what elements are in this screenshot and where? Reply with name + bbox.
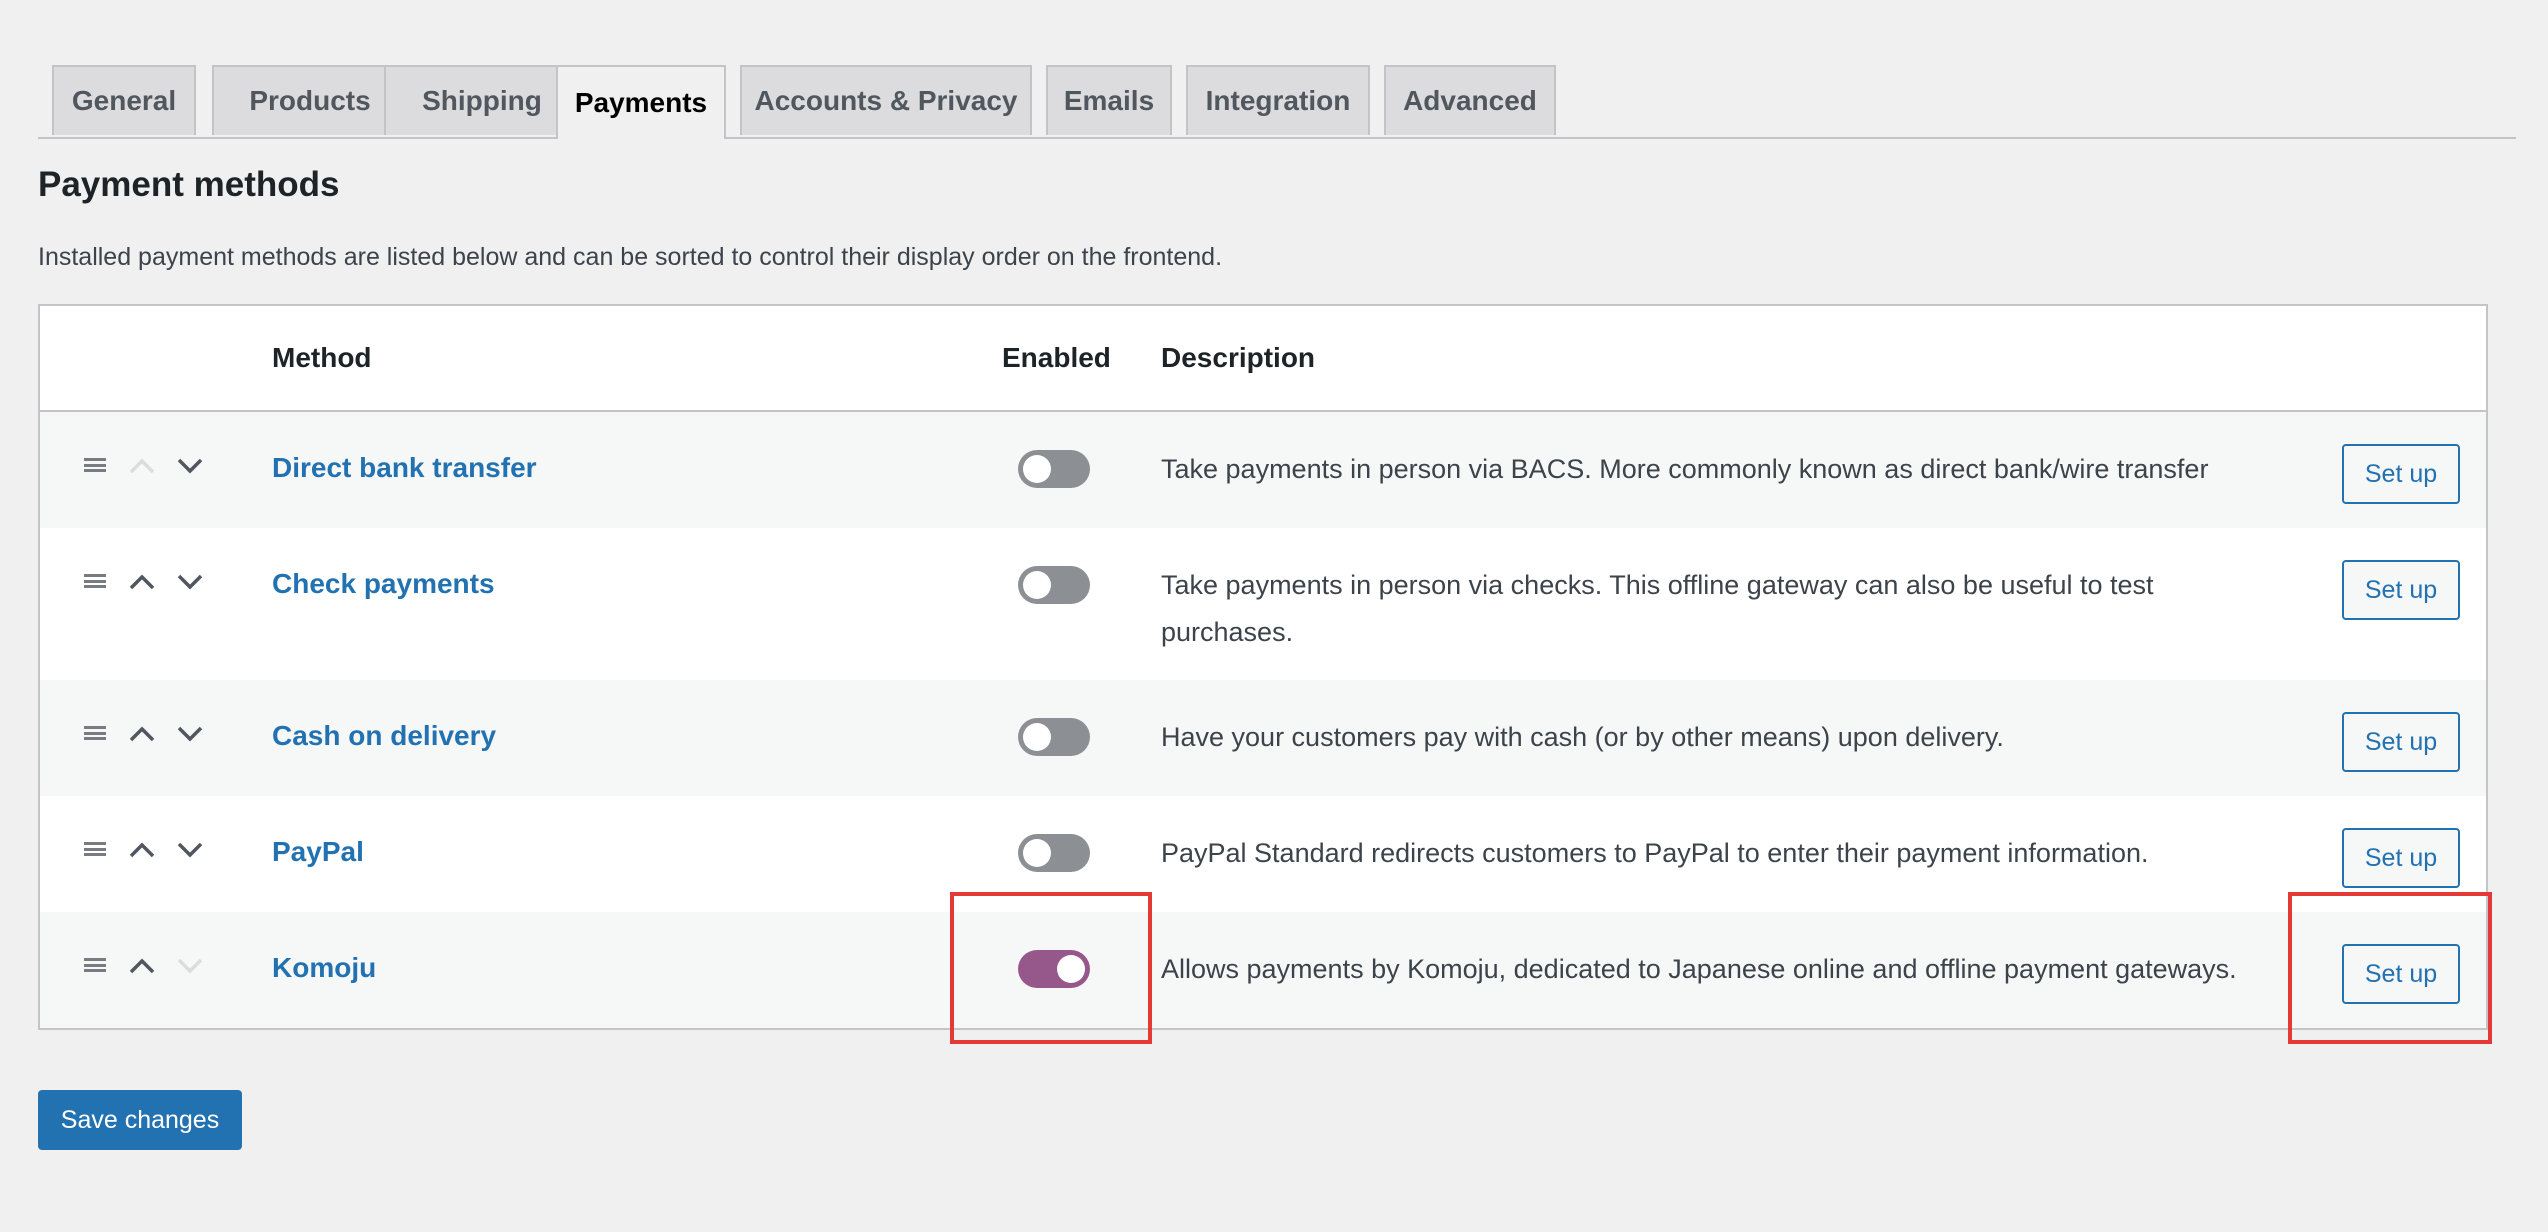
highlight-box-setup: [2288, 892, 2492, 1044]
tab-shipping[interactable]: Shipping: [384, 65, 580, 135]
method-name-link[interactable]: Check payments: [272, 568, 495, 600]
move-up-icon[interactable]: [126, 566, 158, 598]
header-enabled: Enabled: [1002, 342, 1111, 373]
move-down-icon[interactable]: [174, 834, 206, 866]
method-description: Have your customers pay with cash (or by…: [1161, 722, 2004, 752]
enabled-toggle[interactable]: [1018, 450, 1090, 488]
setup-button[interactable]: Set up: [2342, 828, 2460, 888]
move-down-icon[interactable]: [174, 566, 206, 598]
table-row: PayPal PayPal Standard redirects custome…: [40, 796, 2486, 912]
table-header: Method Enabled Description: [40, 306, 2486, 412]
tab-general[interactable]: General: [52, 65, 196, 135]
header-description: Description: [1161, 342, 1316, 373]
setup-button[interactable]: Set up: [2342, 712, 2460, 772]
method-description: Take payments in person via checks. This…: [1161, 570, 2154, 647]
table-row: Cash on delivery Have your customers pay…: [40, 680, 2486, 796]
tab-emails[interactable]: Emails: [1046, 65, 1172, 135]
save-changes-button[interactable]: Save changes: [38, 1090, 242, 1150]
move-down-icon[interactable]: [174, 718, 206, 750]
toggle-knob: [1023, 571, 1051, 599]
drag-handle-icon[interactable]: [84, 726, 106, 740]
method-description: Allows payments by Komoju, dedicated to …: [1161, 954, 2237, 984]
enabled-toggle[interactable]: [1018, 566, 1090, 604]
toggle-knob: [1023, 839, 1051, 867]
highlight-box-toggle: [950, 892, 1152, 1044]
setup-button[interactable]: Set up: [2342, 560, 2460, 620]
drag-handle-icon[interactable]: [84, 958, 106, 972]
tab-accounts-privacy[interactable]: Accounts & Privacy: [740, 65, 1032, 135]
table-row: Direct bank transfer Take payments in pe…: [40, 412, 2486, 528]
method-description: Take payments in person via BACS. More c…: [1161, 454, 2209, 484]
method-name-link[interactable]: Direct bank transfer: [272, 452, 537, 484]
method-name-link[interactable]: PayPal: [272, 836, 364, 868]
enabled-toggle[interactable]: [1018, 834, 1090, 872]
method-description: PayPal Standard redirects customers to P…: [1161, 838, 2149, 868]
enabled-toggle[interactable]: [1018, 718, 1090, 756]
table-row: Komoju Allows payments by Komoju, dedica…: [40, 912, 2486, 1028]
move-down-icon[interactable]: [174, 950, 206, 982]
method-name-link[interactable]: Komoju: [272, 952, 376, 984]
setup-button[interactable]: Set up: [2342, 444, 2460, 504]
toggle-knob: [1023, 723, 1051, 751]
method-name-link[interactable]: Cash on delivery: [272, 720, 496, 752]
tab-advanced[interactable]: Advanced: [1384, 65, 1556, 135]
drag-handle-icon[interactable]: [84, 458, 106, 472]
tab-payments[interactable]: Payments: [556, 65, 726, 139]
intro-text: Installed payment methods are listed bel…: [38, 243, 1223, 271]
drag-handle-icon[interactable]: [84, 842, 106, 856]
move-up-icon[interactable]: [126, 950, 158, 982]
move-up-icon[interactable]: [126, 450, 158, 482]
tab-products[interactable]: Products: [212, 65, 408, 135]
toggle-knob: [1023, 455, 1051, 483]
page-title: Payment methods: [38, 165, 340, 204]
move-up-icon[interactable]: [126, 718, 158, 750]
move-up-icon[interactable]: [126, 834, 158, 866]
payment-methods-table: Method Enabled Description Direct bank t…: [38, 304, 2488, 1030]
settings-tabs: General Products Shipping Payments Accou…: [38, 65, 2516, 139]
header-method: Method: [272, 342, 372, 373]
table-row: Check payments Take payments in person v…: [40, 528, 2486, 680]
tab-integration[interactable]: Integration: [1186, 65, 1370, 135]
move-down-icon[interactable]: [174, 450, 206, 482]
drag-handle-icon[interactable]: [84, 574, 106, 588]
